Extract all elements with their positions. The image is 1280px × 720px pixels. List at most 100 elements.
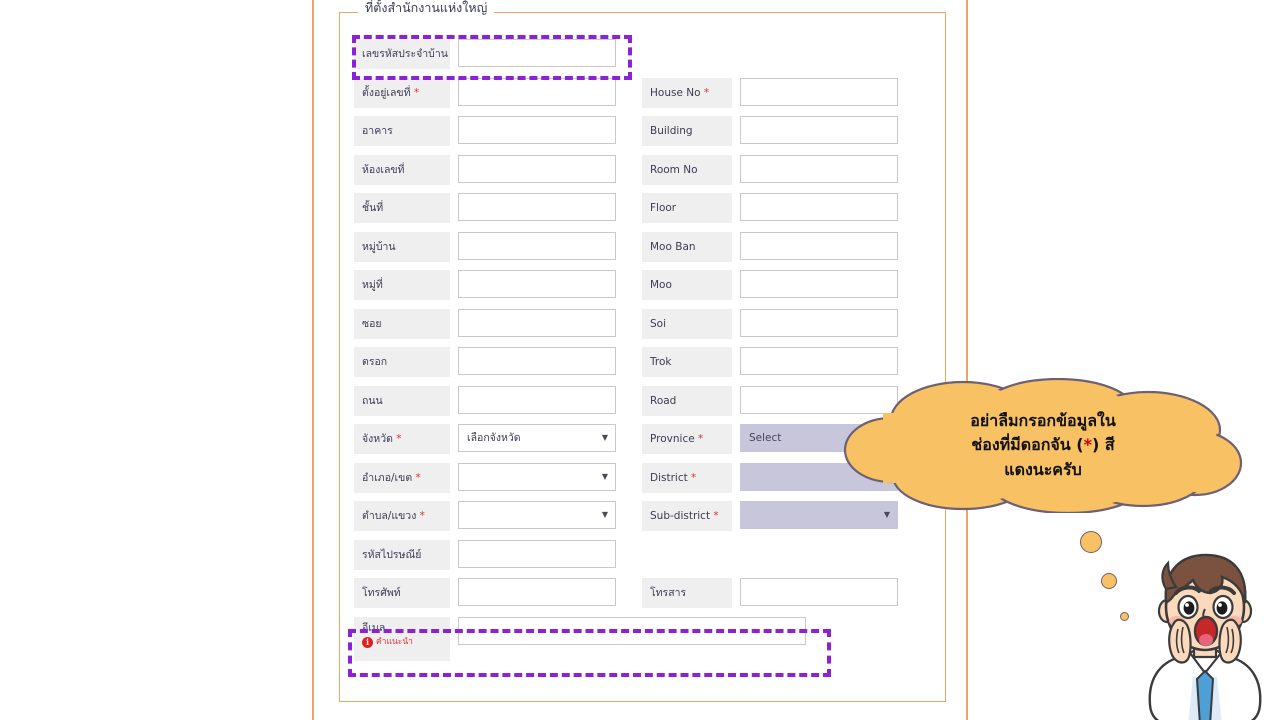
field-input-th-4[interactable] [458,193,616,221]
field-label-en-2: Building [642,116,732,146]
field-input-en-7-wrap [740,308,898,337]
field-input-th-11-wrap: ▼ [458,462,616,491]
form-cell-th: ชั้นที่ [354,193,642,223]
field-input-en-14-wrap [740,578,898,606]
thought-dot-medium [1101,573,1117,589]
field-input-th-3-wrap [458,154,616,183]
address-form: เลขรหัสประจำบ้าน * ตั้งอยู่เลขที่ * House … [354,39,934,673]
field-label-th-12: ตำบล/แขวง * [354,501,450,531]
form-cell-en: Building [642,116,934,146]
chevron-down-icon: ▼ [601,433,608,442]
bubble-line-2a: ช่องที่มีดอกจัน ( [971,435,1084,455]
field-input-th-0[interactable] [458,39,616,67]
form-cell-en: Trok [642,347,934,377]
field-input-en-2-wrap [740,116,898,144]
field-label-th-0: เลขรหัสประจำบ้าน * [354,39,450,69]
field-input-en-5[interactable] [740,231,898,260]
form-cell-th: โทรศัพท์ [354,578,642,608]
field-label-en-12: Sub-district * [642,501,732,531]
field-input-th-5[interactable] [458,231,616,260]
form-row: หมู่บ้าน Moo Ban [354,231,934,262]
field-label-th-10: จังหวัด * [354,424,450,454]
field-input-en-8-wrap [740,347,898,375]
field-input-en-14[interactable] [740,578,898,606]
field-input-en-3[interactable] [740,154,898,183]
field-input-th-7-wrap [458,308,616,337]
field-label-en-6: Moo [642,270,732,300]
form-cell-th: อาคาร [354,116,642,146]
field-label-en-14: โทรสาร [642,578,732,608]
field-label-th-7: ซอย [354,308,450,339]
form-cell-th: ตรอก [354,347,642,377]
field-input-th-12-wrap: ▼ [458,501,616,529]
field-input-en-4-wrap [740,193,898,221]
form-cell-en: Soi [642,308,934,339]
field-input-en-1-wrap [740,77,898,106]
form-cell-en: โทรสาร [642,578,934,608]
form-cell-th: หมู่บ้าน [354,231,642,262]
form-cell-th: ห้องเลขที่ [354,154,642,185]
field-input-en-2[interactable] [740,116,898,144]
field-input-th-12[interactable]: ▼ [458,501,616,529]
form-row: ซอย Soi [354,308,934,339]
field-label-en-3: Room No [642,154,732,185]
field-input-th-3[interactable] [458,154,616,183]
field-input-th-8[interactable] [458,347,616,375]
field-input-th-9[interactable] [458,385,616,414]
field-label-th-1: ตั้งอยู่เลขที่ * [354,77,450,108]
field-input-th-5-wrap [458,231,616,260]
field-input-th-14[interactable] [458,578,616,606]
field-input-th-2-wrap [458,116,616,144]
form-cell-th: อำเภอ/เขต * ▼ [354,462,642,493]
form-row: หมู่ที่ Moo [354,270,934,300]
field-input-en-4[interactable] [740,193,898,221]
field-input-en-1[interactable] [740,77,898,106]
field-label-th-3: ห้องเลขที่ [354,154,450,185]
field-input-th-13[interactable] [458,539,616,568]
form-row: ตั้งอยู่เลขที่ * House No * [354,77,934,108]
form-cell-th: ซอย [354,308,642,339]
form-cell-email: อีเมล i คำแนะนำ [354,616,806,661]
form-cell-th: ตำบล/แขวง * ▼ [354,501,642,531]
field-label-en-4: Floor [642,193,732,223]
field-input-th-13-wrap [458,539,616,568]
field-label-en-8: Trok [642,347,732,377]
field-input-th-10[interactable]: เลือกจังหวัด ▼ [458,424,616,452]
field-input-th-11[interactable]: ▼ [458,462,616,491]
thought-dot-large [1080,531,1102,553]
field-input-th-2[interactable] [458,116,616,144]
field-input-en-6[interactable] [740,270,898,298]
form-row: เลขรหัสประจำบ้าน * [354,39,934,69]
field-input-en-8[interactable] [740,347,898,375]
form-cell-th: ตั้งอยู่เลขที่ * [354,77,642,108]
required-asterisk: * [392,433,402,445]
required-asterisk: * [448,48,450,60]
page-border-right [966,0,968,720]
required-asterisk: * [410,86,420,99]
field-input-th-1[interactable] [458,77,616,106]
field-input-en-7[interactable] [740,308,898,337]
field-input-th-6[interactable] [458,270,616,298]
field-input-th-7[interactable] [458,308,616,337]
email-label-text: อีเมล [362,621,386,634]
field-label-en-10: Provnice * [642,424,732,454]
field-input-th-0-wrap [458,39,616,67]
form-cell-en: Moo [642,270,934,300]
form-cell-th: รหัสไปรษณีย์ [354,539,642,570]
asterisk-mark: * [1083,435,1092,455]
field-label-th-5: หมู่บ้าน [354,231,450,262]
form-cell-th: จังหวัด * เลือกจังหวัด ▼ [354,424,642,454]
field-label-th-8: ตรอก [354,347,450,377]
field-input-en-5-wrap [740,231,898,260]
field-input-th-10-value: เลือกจังหวัด [467,432,521,444]
form-row: ตรอก Trok [354,347,934,377]
chevron-down-icon: ▼ [601,510,608,519]
field-label-th-14: โทรศัพท์ [354,578,450,608]
bubble-line-3: แดงนะครับ [1004,459,1082,479]
field-label-email: อีเมล i คำแนะนำ [354,616,450,661]
email-input[interactable] [458,616,806,645]
field-label-en-9: Road [642,385,732,416]
field-label-th-6: หมู่ที่ [354,270,450,300]
field-input-th-9-wrap [458,385,616,414]
field-input-th-6-wrap [458,270,616,298]
